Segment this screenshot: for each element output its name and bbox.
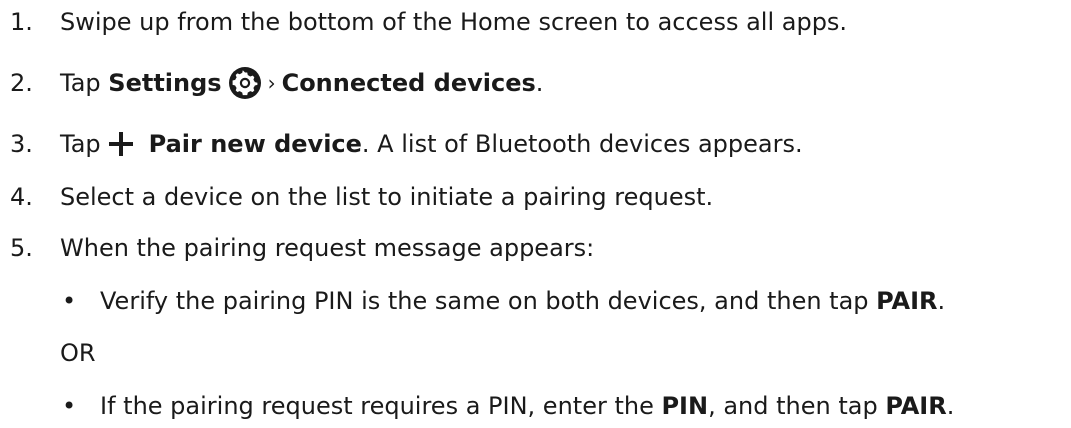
plus-icon [107, 130, 135, 158]
pin-label: PIN [661, 392, 709, 420]
bullet-pre: Verify the pairing PIN is the same on bo… [100, 287, 877, 315]
step-number: 1. [10, 8, 33, 36]
step-text: Tap Settings › Connected devices. [60, 65, 543, 101]
separator-chevron: › [267, 71, 276, 95]
period: . [535, 69, 544, 97]
gear-icon [228, 66, 262, 100]
period: . [946, 392, 955, 420]
bullet: • [62, 392, 77, 420]
step-text: When the pairing request message appears… [60, 234, 595, 262]
step-number: 3. [10, 130, 33, 158]
step-text: Tap Pair new device. A list of Bluetooth… [60, 126, 803, 162]
step-number: 5. [10, 234, 33, 262]
pair-label: PAIR [876, 287, 938, 315]
tap-word: Tap [60, 69, 101, 97]
pair-label: PAIR [885, 392, 947, 420]
step-number: 4. [10, 183, 33, 211]
step-text: Swipe up from the bottom of the Home scr… [60, 8, 848, 36]
pair-new-device-label: Pair new device [148, 130, 362, 158]
step-rest: . A list of Bluetooth devices appears. [361, 130, 803, 158]
tap-word: Tap [60, 130, 101, 158]
step-number: 2. [10, 69, 33, 97]
connected-devices-label: Connected devices [281, 69, 536, 97]
bullet-pre: If the pairing request requires a PIN, e… [100, 392, 662, 420]
settings-label: Settings [108, 69, 222, 97]
bullet-text: If the pairing request requires a PIN, e… [100, 388, 954, 424]
bullet: • [62, 287, 77, 315]
bullet-text: Verify the pairing PIN is the same on bo… [100, 283, 945, 319]
period: . [937, 287, 946, 315]
or-text: OR [60, 339, 96, 367]
bullet-mid: , and then tap [708, 392, 886, 420]
step-text: Select a device on the list to initiate … [60, 183, 714, 211]
